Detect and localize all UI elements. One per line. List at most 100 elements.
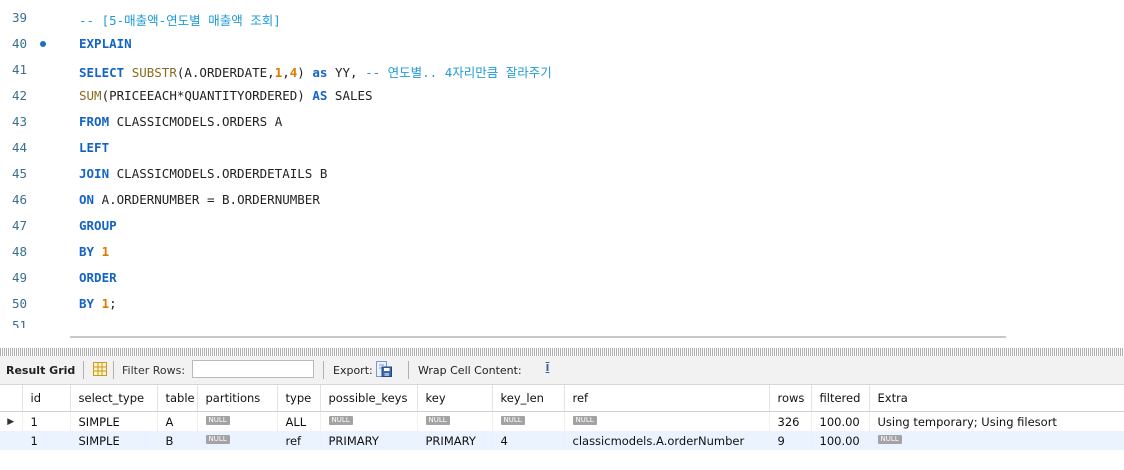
table-cell[interactable]: ALL bbox=[277, 411, 321, 431]
code-text: ON A.ORDERNUMBER = B.ORDERNUMBER bbox=[79, 192, 320, 207]
code-text: FROM CLASSICMODELS.ORDERS A bbox=[79, 114, 283, 129]
null-badge: NULL bbox=[572, 415, 597, 425]
table-cell[interactable]: NULL bbox=[197, 411, 278, 431]
code-text: GROUP bbox=[79, 218, 117, 233]
line-number: 40 bbox=[12, 36, 28, 51]
column-header-type[interactable]: type bbox=[277, 385, 321, 412]
table-cell[interactable]: SIMPLE bbox=[70, 431, 158, 450]
toolbar-divider bbox=[83, 361, 84, 379]
table-cell[interactable]: PRIMARY bbox=[320, 431, 418, 450]
table-cell[interactable]: 1 bbox=[22, 411, 71, 431]
code-text: ORDER bbox=[79, 270, 117, 285]
column-header-id[interactable]: id bbox=[22, 385, 71, 412]
export-label: Export: bbox=[333, 364, 373, 377]
result-toolbar: Result Grid Filter Rows: Export: Wrap Ce… bbox=[0, 356, 1124, 385]
line-number: 46 bbox=[12, 192, 28, 207]
column-header-select-type[interactable]: select_type bbox=[70, 385, 158, 412]
line-number: 43 bbox=[12, 114, 28, 129]
table-cell[interactable]: 4 bbox=[492, 431, 565, 450]
column-header-possible-keys[interactable]: possible_keys bbox=[320, 385, 418, 412]
wrap-icon[interactable]: I bbox=[541, 362, 554, 376]
column-header-key-len[interactable]: key_len bbox=[492, 385, 565, 412]
toolbar-divider bbox=[408, 361, 409, 379]
line-number: 45 bbox=[12, 166, 28, 181]
filter-rows-input[interactable] bbox=[192, 360, 314, 378]
toolbar-divider bbox=[113, 361, 114, 379]
column-header-filtered[interactable]: filtered bbox=[811, 385, 870, 412]
code-line[interactable]: 50 BY 1; bbox=[0, 291, 1124, 317]
table-cell[interactable]: classicmodels.A.orderNumber bbox=[564, 431, 770, 450]
code-line[interactable]: 46 ON A.ORDERNUMBER = B.ORDERNUMBER bbox=[0, 187, 1124, 213]
filter-rows-label: Filter Rows: bbox=[122, 364, 186, 377]
panel-splitter[interactable] bbox=[0, 348, 1124, 356]
column-header-table[interactable]: table bbox=[157, 385, 198, 412]
line-number: 44 bbox=[12, 140, 28, 155]
code-line[interactable]: 51 bbox=[0, 318, 1124, 328]
null-badge: NULL bbox=[328, 415, 353, 425]
table-cell[interactable]: Using temporary; Using filesort bbox=[869, 411, 1124, 431]
code-text: JOIN CLASSICMODELS.ORDERDETAILS B bbox=[79, 166, 328, 181]
table-cell[interactable]: NULL bbox=[197, 431, 278, 450]
line-number: 42 bbox=[12, 88, 28, 103]
row-pointer: ▶ bbox=[0, 411, 23, 431]
code-line[interactable]: 49 ORDER bbox=[0, 265, 1124, 291]
table-cell[interactable]: NULL bbox=[320, 411, 418, 431]
table-cell[interactable]: 9 bbox=[769, 431, 812, 450]
code-line[interactable]: 39 -- [5-매출액-연도별 매출액 조회] bbox=[0, 5, 1124, 31]
line-number: 49 bbox=[12, 270, 28, 285]
table-cell[interactable]: NULL bbox=[564, 411, 770, 431]
toolbar-divider bbox=[323, 361, 324, 379]
null-badge: NULL bbox=[877, 434, 902, 444]
column-header-key[interactable]: key bbox=[417, 385, 493, 412]
column-header-ref[interactable]: ref bbox=[564, 385, 770, 412]
code-text: SELECT SUBSTR(A.ORDERDATE,1,4) as YY, --… bbox=[79, 65, 552, 80]
table-row[interactable]: 1 SIMPLE B NULL ref PRIMARY PRIMARY 4 classicmod… bbox=[0, 431, 1124, 450]
comment-text: -- [5-매출액-연도별 매출액 조회] bbox=[79, 13, 281, 28]
table-row[interactable]: ▶ 1 SIMPLE A NULL ALL NULL NULL NULL NULL 326 100.0… bbox=[0, 411, 1124, 431]
line-number: 41 bbox=[12, 62, 28, 77]
code-line[interactable]: 47 GROUP bbox=[0, 213, 1124, 239]
wrap-cell-content-label: Wrap Cell Content: bbox=[418, 364, 522, 377]
code-text: BY 1; bbox=[79, 296, 117, 311]
table-cell[interactable]: NULL bbox=[869, 431, 1124, 450]
code-line[interactable]: 45 JOIN CLASSICMODELS.ORDERDETAILS B bbox=[0, 161, 1124, 187]
table-cell[interactable]: A bbox=[157, 411, 198, 431]
column-header-rows[interactable]: rows bbox=[769, 385, 812, 412]
code-line[interactable]: 48 BY 1 bbox=[0, 239, 1124, 265]
code-line[interactable]: 44 LEFT bbox=[0, 135, 1124, 161]
null-badge: NULL bbox=[425, 415, 450, 425]
line-number: 39 bbox=[12, 10, 28, 25]
code-line[interactable]: 41 SELECT SUBSTR(A.ORDERDATE,1,4) as YY,… bbox=[0, 57, 1124, 83]
column-header-extra[interactable]: Extra bbox=[869, 385, 1124, 412]
grid-icon[interactable] bbox=[93, 362, 107, 376]
horizontal-scrollbar[interactable] bbox=[70, 336, 1006, 338]
line-number: 48 bbox=[12, 244, 28, 259]
table-cell[interactable]: 1 bbox=[22, 431, 71, 450]
code-text: SUM(PRICEEACH*QUANTITYORDERED) AS SALES bbox=[79, 88, 373, 103]
null-badge: NULL bbox=[205, 434, 230, 444]
code-line[interactable]: 43 FROM CLASSICMODELS.ORDERS A bbox=[0, 109, 1124, 135]
table-cell[interactable]: 100.00 bbox=[811, 431, 870, 450]
code-line[interactable]: 40 EXPLAIN bbox=[0, 31, 1124, 57]
result-grid[interactable]: id select_type table partitions type possible… bbox=[0, 385, 1124, 450]
line-number: 47 bbox=[12, 218, 28, 233]
table-cell[interactable]: PRIMARY bbox=[417, 431, 493, 450]
table-cell[interactable]: NULL bbox=[417, 411, 493, 431]
table-cell[interactable]: B bbox=[157, 431, 198, 450]
column-header-partitions[interactable]: partitions bbox=[197, 385, 278, 412]
null-badge: NULL bbox=[500, 415, 525, 425]
current-statement-marker-icon bbox=[40, 41, 46, 47]
code-text: LEFT bbox=[79, 140, 110, 155]
line-number: 51 bbox=[12, 318, 28, 328]
result-grid-title[interactable]: Result Grid bbox=[6, 364, 75, 377]
table-cell[interactable]: 326 bbox=[769, 411, 812, 431]
table-cell[interactable]: NULL bbox=[492, 411, 565, 431]
table-cell[interactable]: SIMPLE bbox=[70, 411, 158, 431]
export-icon[interactable] bbox=[376, 361, 392, 377]
null-badge: NULL bbox=[205, 415, 230, 425]
table-cell[interactable]: ref bbox=[277, 431, 321, 450]
code-line[interactable]: 42 SUM(PRICEEACH*QUANTITYORDERED) AS SAL… bbox=[0, 83, 1124, 109]
code-text: BY 1 bbox=[79, 244, 110, 259]
table-cell[interactable]: 100.00 bbox=[811, 411, 870, 431]
sql-editor[interactable]: 39 -- [5-매출액-연도별 매출액 조회] 40 EXPLAIN 41 S… bbox=[0, 0, 1124, 340]
